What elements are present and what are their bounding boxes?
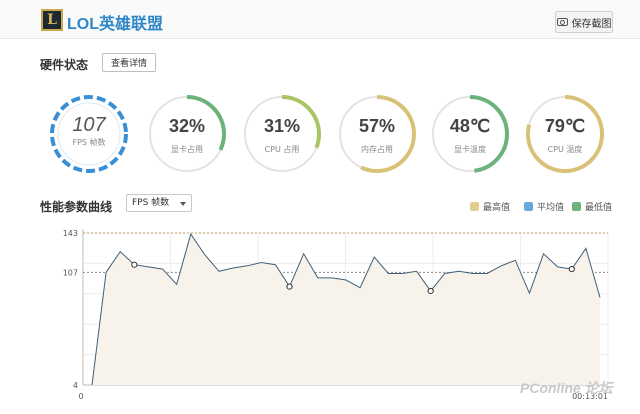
- y-tick-label: 107: [63, 268, 78, 277]
- data-point-marker: [568, 265, 575, 273]
- watermark: PConline 论坛: [520, 380, 613, 396]
- fps-chart: 14310740 00:13:01: [63, 229, 609, 401]
- data-point-marker: [131, 261, 138, 268]
- y-tick-label: 4: [73, 381, 78, 390]
- x-tick-label: 0: [78, 392, 83, 401]
- y-tick-label: 143: [63, 229, 78, 238]
- data-point-marker: [286, 283, 293, 290]
- data-point-marker: [427, 287, 434, 295]
